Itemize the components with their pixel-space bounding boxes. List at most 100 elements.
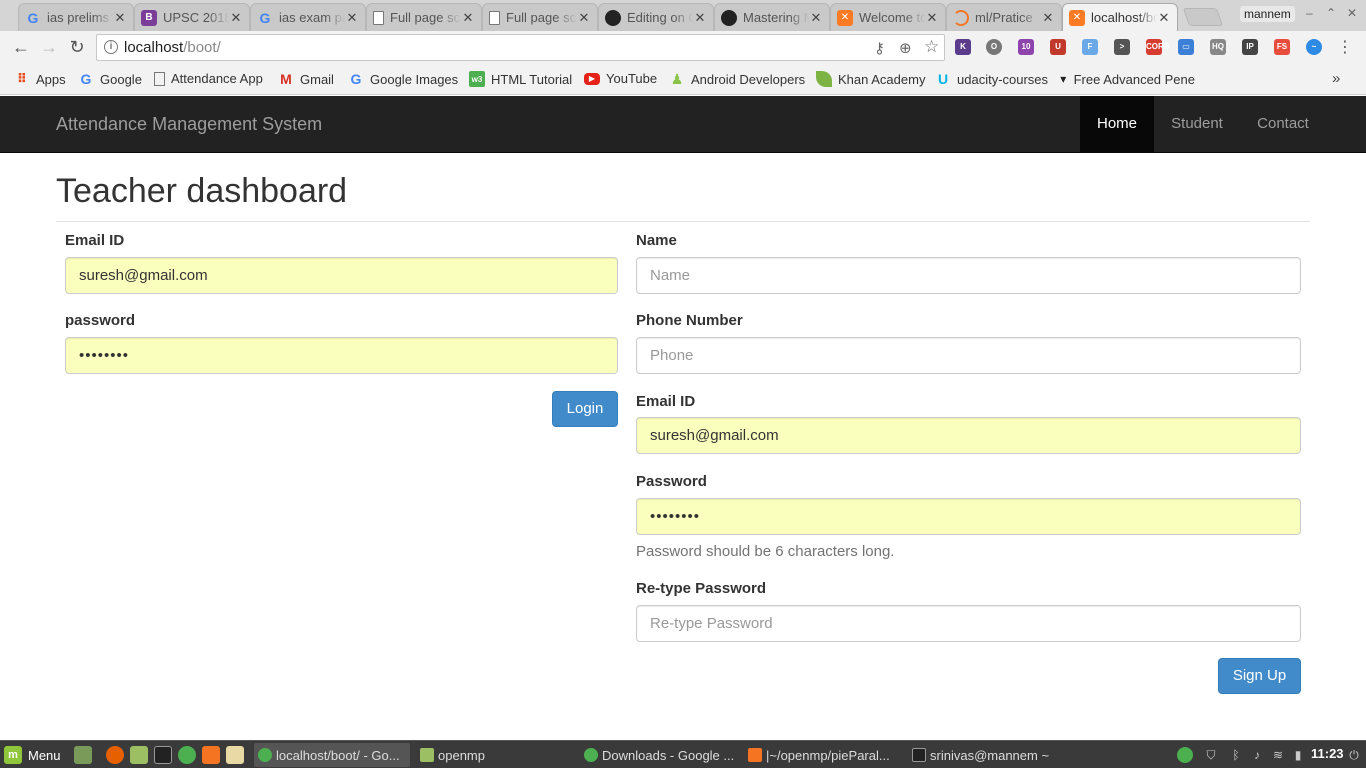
sublime-icon[interactable] xyxy=(202,746,220,764)
close-tab-icon[interactable]: ✕ xyxy=(925,10,939,26)
zoom-icon[interactable]: ⊕ xyxy=(899,39,912,57)
close-tab-icon[interactable]: ✕ xyxy=(1157,10,1171,26)
close-tab-icon[interactable]: ✕ xyxy=(1041,10,1055,26)
browser-tab[interactable]: Full page screenshot ✕ xyxy=(366,3,482,31)
bookmark-android-developers[interactable]: ♟ Android Developers xyxy=(669,71,805,87)
login-button[interactable]: Login xyxy=(552,391,618,427)
browser-tab[interactable]: Full page screenshot ✕ xyxy=(482,3,598,31)
forward-icon[interactable]: → xyxy=(38,36,60,58)
taskbar-window[interactable]: |~/openmp/pieParal... xyxy=(744,743,900,767)
files-icon[interactable] xyxy=(130,746,148,764)
star-icon[interactable]: ☆ xyxy=(924,37,939,57)
bookmark-google[interactable]: G Google xyxy=(78,71,142,87)
browser-tab[interactable]: ml/Pratice ✕ xyxy=(946,3,1062,31)
firefox-icon[interactable] xyxy=(106,746,124,764)
back-icon[interactable]: ← xyxy=(10,36,32,58)
extension-icon[interactable]: K xyxy=(955,39,971,55)
close-tab-icon[interactable]: ✕ xyxy=(693,10,707,26)
cors-extension-icon[interactable]: CORS xyxy=(1146,39,1169,55)
bluetooth-icon[interactable]: ᛒ xyxy=(1228,747,1244,763)
bookmark-html-tutorial[interactable]: w3 HTML Tutorial xyxy=(469,71,572,87)
terminal-icon[interactable] xyxy=(154,746,172,764)
bookmark-attendance-app[interactable]: Attendance App xyxy=(154,71,263,86)
taskbar-window[interactable]: localhost/boot/ - Go... xyxy=(254,743,410,767)
show-desktop-icon[interactable] xyxy=(74,746,92,764)
browser-tab-active[interactable]: ✕ localhost/boot/ ✕ xyxy=(1062,3,1178,31)
close-tab-icon[interactable]: ✕ xyxy=(229,10,243,26)
extension-icon[interactable]: F xyxy=(1082,39,1098,55)
close-tab-icon[interactable]: ✕ xyxy=(113,10,127,26)
extension-icon[interactable]: O xyxy=(986,39,1002,55)
nav-home[interactable]: Home xyxy=(1080,96,1154,152)
extension-icon[interactable]: ▭ xyxy=(1178,39,1194,55)
bookmark-free-advanced[interactable]: ▾ Free Advanced Pene xyxy=(1059,71,1195,87)
browser-tab[interactable]: G ias prelims ✕ xyxy=(18,3,134,31)
chrome-tray-icon[interactable] xyxy=(1177,747,1193,763)
profile-button[interactable]: mannem xyxy=(1240,6,1295,22)
close-tab-icon[interactable]: ✕ xyxy=(461,10,475,26)
shield-icon[interactable]: ⛉ xyxy=(1203,747,1219,763)
text-editor-icon[interactable] xyxy=(226,746,244,764)
login-password-input[interactable]: •••••••• xyxy=(65,337,618,374)
extension-icon[interactable]: IP xyxy=(1242,39,1258,55)
battery-icon[interactable]: ▮ xyxy=(1290,747,1306,763)
extension-icon[interactable]: U xyxy=(1050,39,1066,55)
xampp-icon: ✕ xyxy=(1069,9,1085,26)
reload-icon[interactable]: ↻ xyxy=(66,36,88,58)
document-icon xyxy=(489,10,500,25)
extension-icon[interactable]: ~ xyxy=(1306,39,1322,55)
phone-input[interactable]: Phone xyxy=(636,337,1301,374)
close-window-icon[interactable]: ✕ xyxy=(1347,6,1357,20)
close-tab-icon[interactable]: ✕ xyxy=(809,10,823,26)
browser-tab[interactable]: B UPSC 2018 ✕ xyxy=(134,3,250,31)
wifi-icon[interactable]: ≋ xyxy=(1270,747,1286,763)
sublime-icon xyxy=(748,748,762,762)
notification-bell-icon[interactable]: ♪ xyxy=(1249,747,1265,763)
login-password-value: •••••••• xyxy=(79,347,130,364)
bookmark-udacity-courses[interactable]: U udacity-courses xyxy=(935,71,1048,87)
signup-button[interactable]: Sign Up xyxy=(1218,658,1301,694)
browser-tab[interactable]: ✕ Welcome to XAMPP ✕ xyxy=(830,3,946,31)
new-tab-button[interactable] xyxy=(1182,8,1224,26)
power-icon[interactable]: ⏻ xyxy=(1346,747,1362,763)
more-bookmarks-button[interactable]: » xyxy=(1332,70,1340,87)
bookmark-youtube[interactable]: ▶ YouTube xyxy=(584,71,657,86)
browser-tab[interactable]: G ias exam pattern ✕ xyxy=(250,3,366,31)
bookmark-khan-academy[interactable]: Khan Academy xyxy=(816,71,925,87)
maximize-icon[interactable]: ⌃ xyxy=(1326,6,1336,20)
extension-icon[interactable]: HQ xyxy=(1210,39,1226,55)
info-icon[interactable]: i xyxy=(104,40,118,54)
close-tab-icon[interactable]: ✕ xyxy=(345,10,359,26)
browser-menu-icon[interactable]: ⋮ xyxy=(1337,37,1353,57)
taskbar-window[interactable]: Downloads - Google ... xyxy=(580,743,736,767)
name-placeholder: Name xyxy=(650,267,691,284)
signup-password-input[interactable]: •••••••• xyxy=(636,498,1301,535)
name-input[interactable]: Name xyxy=(636,257,1301,294)
title-divider xyxy=(56,221,1310,222)
close-tab-icon[interactable]: ✕ xyxy=(577,10,591,26)
start-menu-button[interactable]: m Menu xyxy=(4,746,61,764)
flash-sale-extension-icon[interactable]: FS xyxy=(1274,39,1290,55)
nav-student[interactable]: Student xyxy=(1154,96,1240,152)
signup-email-input[interactable]: suresh@gmail.com xyxy=(636,417,1301,454)
minimize-icon[interactable]: – xyxy=(1306,6,1313,20)
retype-password-input[interactable]: Re-type Password xyxy=(636,605,1301,642)
bookmark-google-images[interactable]: G Google Images xyxy=(348,71,459,87)
bookmark-apps[interactable]: ⠿ Apps xyxy=(14,71,66,87)
taskbar-window[interactable]: openmp xyxy=(416,743,572,767)
chrome-icon[interactable] xyxy=(178,746,196,764)
terminal-extension-icon[interactable]: > xyxy=(1114,39,1130,55)
browser-tab[interactable]: Editing on GitHub ✕ xyxy=(598,3,714,31)
address-bar[interactable]: i localhost/boot/ ⚷ ⊕ ☆ xyxy=(96,34,945,61)
key-icon[interactable]: ⚷ xyxy=(874,39,885,57)
login-email-input[interactable]: suresh@gmail.com xyxy=(65,257,618,294)
bookmark-gmail[interactable]: M Gmail xyxy=(278,71,334,87)
phone-placeholder: Phone xyxy=(650,347,694,364)
navbar-brand[interactable]: Attendance Management System xyxy=(56,114,322,135)
login-password-label: password xyxy=(65,312,136,329)
browser-tab[interactable]: Mastering Markdown ✕ xyxy=(714,3,830,31)
nav-contact[interactable]: Contact xyxy=(1240,96,1326,152)
extension-icon[interactable]: 10 xyxy=(1018,39,1034,55)
taskbar-window[interactable]: srinivas@mannem ~ xyxy=(908,743,1064,767)
clock: 11:23 xyxy=(1311,746,1344,761)
